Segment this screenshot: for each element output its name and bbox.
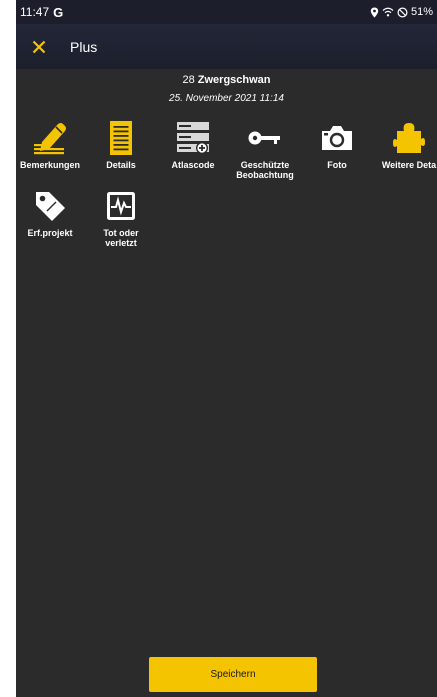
tile-weitere-details[interactable]: Weitere Deta [371, 120, 437, 170]
observation-count: 28 [182, 74, 195, 86]
close-button[interactable] [16, 24, 62, 69]
wifi-icon [382, 7, 394, 17]
document-list-icon [110, 121, 132, 155]
app-frame: 11:47 G 51% Plus 28 Zwergschwan 25. Nove… [16, 0, 437, 697]
puzzle-icon [393, 123, 425, 153]
status-left: 11:47 G [20, 5, 63, 20]
tile-label: Atlascode [171, 160, 215, 170]
pencil-lines-icon [34, 123, 66, 155]
camera-icon [322, 126, 352, 150]
tile-foto[interactable]: Foto [299, 120, 375, 170]
battery-percent: 51% [410, 6, 433, 18]
tile-label-line-2: verletzt [105, 238, 137, 248]
save-button[interactable]: Speichern [149, 657, 317, 692]
tile-geschuetzte-beobachtung[interactable]: Geschützte Beobachtung [227, 120, 303, 180]
tile-label-line-1: Geschützte [240, 160, 290, 170]
page-title: Plus [70, 38, 98, 55]
location-icon [370, 7, 379, 17]
database-add-icon [177, 122, 209, 154]
key-icon [248, 131, 280, 145]
tile-label-line-1: Tot oder [103, 228, 139, 238]
observation-species-line: 28 Zwergschwan [16, 73, 437, 87]
tile-label: Tot oder verletzt [83, 228, 159, 248]
close-x-icon [32, 40, 46, 53]
tile-bemerkungen[interactable]: Bemerkungen [16, 120, 88, 170]
status-bar: 11:47 G 51% [16, 0, 437, 24]
app-bar: Plus [16, 24, 437, 69]
tile-label: Geschützte Beobachtung [227, 160, 303, 180]
pulse-monitor-icon [107, 192, 135, 220]
tile-label: Details [106, 160, 136, 170]
tile-label-line-2: Beobachtung [236, 170, 294, 180]
status-right: 51% [370, 6, 433, 18]
tile-label: Bemerkungen [19, 160, 81, 170]
observation-species: Zwergschwan [197, 74, 271, 86]
status-time: 11:47 [20, 5, 50, 19]
tag-icon [36, 192, 65, 221]
google-icon: G [53, 4, 64, 20]
do-not-disturb-icon [397, 6, 408, 18]
observation-header: 28 Zwergschwan 25. November 2021 11:14 [16, 73, 437, 106]
tile-details[interactable]: Details [83, 120, 159, 170]
tile-label: Erf.projekt [27, 228, 73, 238]
observation-datetime: 25. November 2021 11:14 [169, 93, 284, 104]
tile-label: Weitere Deta [381, 160, 437, 170]
tile-erf-projekt[interactable]: Erf.projekt [16, 188, 88, 238]
tile-label: Foto [327, 160, 347, 170]
tile-tot-oder-verletzt[interactable]: Tot oder verletzt [83, 188, 159, 248]
tile-atlascode[interactable]: Atlascode [155, 120, 231, 170]
